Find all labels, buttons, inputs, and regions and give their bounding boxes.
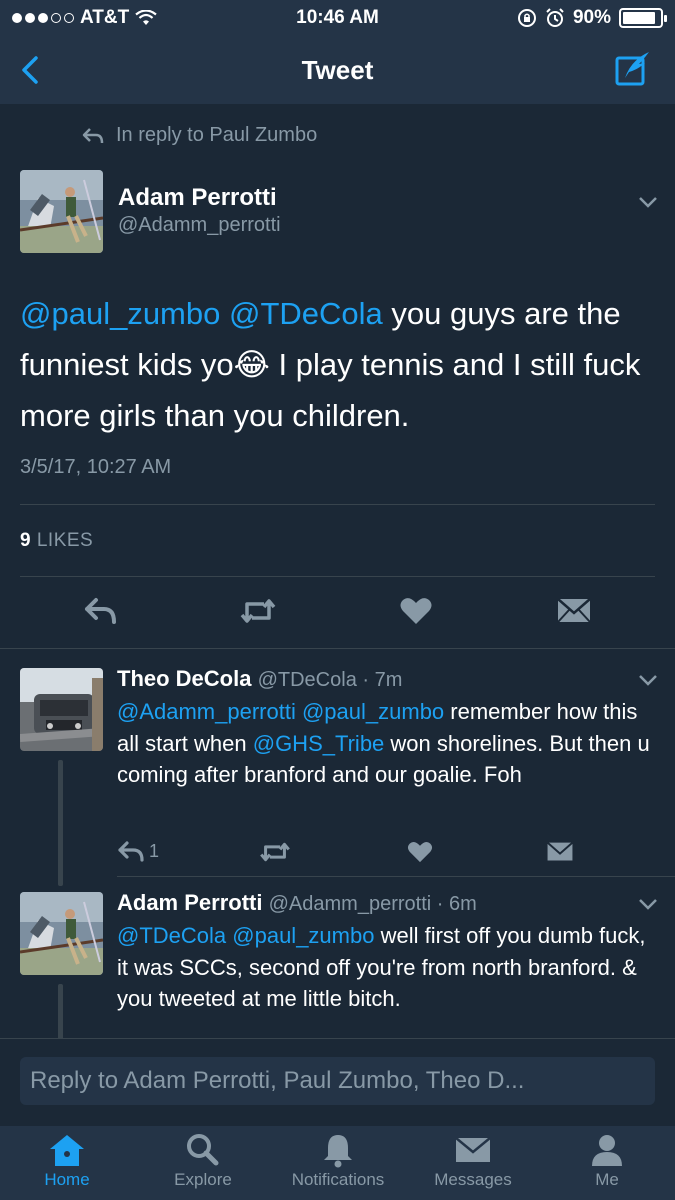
battery-percent: 90% bbox=[572, 7, 611, 28]
likes-count[interactable]: 9 LIKES bbox=[20, 530, 93, 552]
like-button[interactable] bbox=[398, 596, 434, 626]
search-icon bbox=[187, 1134, 219, 1166]
tweet-text: @paul_zumbo @TDeCola you guys are the fu… bbox=[20, 288, 660, 441]
divider bbox=[20, 576, 655, 577]
wifi-icon bbox=[135, 10, 157, 25]
tab-messages[interactable]: Messages bbox=[423, 1126, 523, 1200]
rotation-lock-icon bbox=[517, 9, 536, 27]
chevron-down-icon[interactable] bbox=[638, 898, 658, 910]
envelope-icon bbox=[455, 1137, 491, 1162]
tab-label: Messages bbox=[434, 1170, 512, 1189]
alarm-icon bbox=[546, 8, 564, 27]
tab-label: Explore bbox=[174, 1170, 232, 1189]
reply-arrow-icon bbox=[82, 127, 104, 143]
tab-explore[interactable]: Explore bbox=[158, 1126, 248, 1200]
bell-icon bbox=[324, 1135, 352, 1168]
nav-bar: Tweet bbox=[0, 36, 675, 104]
signal-strength-icon bbox=[12, 13, 74, 23]
avatar[interactable] bbox=[20, 892, 103, 975]
status-bar: AT&T 10:46 AM 90% bbox=[0, 0, 675, 36]
mention-link[interactable]: @paul_zumbo bbox=[20, 296, 220, 331]
mention-link[interactable]: @TDeCola bbox=[229, 296, 383, 331]
reply-author-name[interactable]: Theo DeCola bbox=[117, 666, 251, 691]
mention-link[interactable]: @paul_zumbo bbox=[232, 923, 374, 948]
battery-icon bbox=[619, 8, 667, 28]
tab-notifications[interactable]: Notifications bbox=[278, 1126, 398, 1200]
tweet-timestamp: 3/5/17, 10:27 AM bbox=[20, 456, 172, 478]
retweet-button[interactable] bbox=[259, 840, 291, 864]
mention-link[interactable]: @GHS_Tribe bbox=[253, 731, 385, 756]
person-icon bbox=[592, 1135, 622, 1166]
thread-line bbox=[58, 760, 63, 886]
direct-message-button[interactable] bbox=[546, 840, 574, 864]
author-name[interactable]: Adam Perrotti bbox=[118, 184, 277, 212]
reply-meta: @TDeCola · 7m bbox=[257, 669, 403, 691]
likes-label: LIKES bbox=[36, 530, 94, 551]
divider bbox=[20, 504, 655, 505]
reply-bar bbox=[0, 1038, 675, 1126]
tab-label: Home bbox=[44, 1170, 90, 1189]
reply-author-name[interactable]: Adam Perrotti bbox=[117, 890, 262, 915]
divider bbox=[117, 876, 675, 877]
chevron-down-icon[interactable] bbox=[638, 674, 658, 686]
reply-count: 1 bbox=[149, 840, 160, 861]
reply-header: Adam Perrotti @Adamm_perrotti · 6m bbox=[117, 890, 477, 916]
tab-label: Me bbox=[595, 1170, 619, 1189]
back-button[interactable] bbox=[14, 52, 50, 88]
reply-button[interactable]: 1 bbox=[117, 840, 159, 862]
mention-link[interactable]: @TDeCola bbox=[117, 923, 226, 948]
tab-bar: Home Explore Notifications Messages Me bbox=[0, 1126, 675, 1200]
compose-tweet-button[interactable] bbox=[613, 48, 655, 90]
like-button[interactable] bbox=[406, 840, 434, 864]
reply-text: @Adamm_perrotti @paul_zumbo remember how… bbox=[117, 696, 657, 791]
reply-input[interactable] bbox=[20, 1057, 655, 1105]
mention-link[interactable]: @Adamm_perrotti bbox=[117, 699, 296, 724]
direct-message-button[interactable] bbox=[556, 596, 592, 626]
reply-context-label: In reply to Paul Zumbo bbox=[116, 124, 318, 146]
tab-home[interactable]: Home bbox=[22, 1126, 112, 1200]
tab-me[interactable]: Me bbox=[565, 1126, 649, 1200]
reply-button[interactable] bbox=[84, 596, 120, 626]
carrier-label: AT&T bbox=[80, 7, 130, 28]
divider bbox=[0, 648, 675, 649]
home-icon bbox=[50, 1135, 84, 1166]
thread-line bbox=[58, 984, 63, 1044]
page-title: Tweet bbox=[301, 54, 374, 85]
mention-link[interactable]: @paul_zumbo bbox=[302, 699, 444, 724]
reply-text: @TDeCola @paul_zumbo well first off you … bbox=[117, 920, 657, 1015]
avatar[interactable] bbox=[20, 668, 103, 751]
chevron-down-icon[interactable] bbox=[638, 196, 658, 208]
tab-label: Notifications bbox=[291, 1170, 385, 1189]
reply-context[interactable]: In reply to Paul Zumbo bbox=[82, 124, 317, 147]
author-handle[interactable]: @Adamm_perrotti bbox=[118, 214, 281, 237]
likes-number: 9 bbox=[20, 530, 32, 551]
reply-meta: @Adamm_perrotti · 6m bbox=[268, 893, 477, 915]
avatar[interactable] bbox=[20, 170, 103, 253]
reply-header: Theo DeCola @TDeCola · 7m bbox=[117, 666, 402, 692]
retweet-button[interactable] bbox=[240, 596, 276, 626]
reply-icon bbox=[118, 841, 144, 862]
